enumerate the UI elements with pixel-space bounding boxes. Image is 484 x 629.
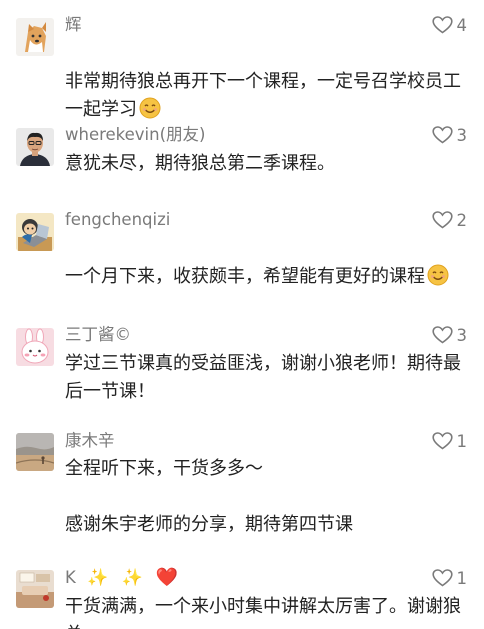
avatar[interactable] [16,570,54,608]
comment-item: 辉 4 非常期待狼总再开下一个课程，一定号召学校员工一起学习 [0,0,484,120]
heart-outline-icon [431,16,453,34]
like-count: 3 [456,125,468,145]
pink-bunny-avatar-icon [16,328,54,366]
avatar[interactable] [16,128,54,166]
heart-outline-icon [431,126,453,144]
comment-author[interactable]: 辉 [65,15,82,35]
heart-outline-icon [431,326,453,344]
comment-item: 三丁酱© 3 学过三节课真的受益匪浅，谢谢小狼老师！期待最后一节课！ [0,315,484,430]
comment-author[interactable]: wherekevin(朋友) [65,125,205,145]
man-portrait-avatar-icon [16,128,54,166]
comment-author[interactable]: 康木辛 [65,431,115,451]
avatar[interactable] [16,328,54,366]
red-heart-emoji: ❤️ [155,567,179,588]
like-button[interactable]: 4 [431,15,468,35]
landscape-avatar-icon [16,433,54,471]
comment-item: 康木辛 1 全程听下来，干货多多～ 感谢朱宇老师的分享，期待第四节课 [0,430,484,565]
shiba-dog-avatar-icon [16,18,54,56]
comment-item: fengchenqizi 2 一个月下来，收获颇丰，希望能有更好的课程 [0,195,484,315]
sparkles-emoji: ✨ [87,568,109,588]
like-button[interactable]: 1 [431,568,468,588]
avatar[interactable] [16,213,54,251]
comment-item: K ✨ ✨ ❤️ 1 干货满满，一个来小时集中讲解太厉害了。谢谢狼总 [0,565,484,629]
like-button[interactable]: 3 [431,125,468,145]
warm-room-avatar-icon [16,570,54,608]
heart-outline-icon [431,569,453,587]
comment-text: 一个月下来，收获颇丰，希望能有更好的课程 [65,235,472,295]
comment-author[interactable]: K ✨ ✨ ❤️ [65,567,179,589]
like-count: 3 [456,325,468,345]
like-button[interactable]: 2 [431,210,468,230]
comment-text-content: 一个月下来，收获颇丰，希望能有更好的课程 [65,266,425,287]
comment-text: 意犹未尽，期待狼总第二季课程。 [65,153,335,174]
avatar[interactable] [16,433,54,471]
comment-item: wherekevin(朋友) 3 意犹未尽，期待狼总第二季课程。 [0,110,484,195]
like-count: 2 [456,210,468,230]
comment-text: 学过三节课真的受益匪浅，谢谢小狼老师！期待最后一节课！ [65,353,461,402]
heart-outline-icon [431,432,453,450]
avatar[interactable] [16,18,54,56]
comment-text: 干货满满，一个来小时集中讲解太厉害了。谢谢狼总 [65,596,461,629]
smile-emoji-icon [427,264,449,295]
like-count: 1 [456,568,468,588]
like-button[interactable]: 1 [431,431,468,451]
comment-text: 全程听下来，干货多多～ 感谢朱宇老师的分享，期待第四节课 [65,458,353,535]
comment-author[interactable]: 三丁酱© [65,325,131,345]
like-button[interactable]: 3 [431,325,468,345]
comment-author-name: K [65,568,76,587]
comment-author[interactable]: fengchenqizi [65,210,170,230]
cartoon-laptop-avatar-icon [16,213,54,251]
like-count: 1 [456,431,468,451]
comment-feed: 辉 4 非常期待狼总再开下一个课程，一定号召学校员工一起学习 wherekevi… [0,0,484,629]
like-count: 4 [456,15,468,35]
heart-outline-icon [431,211,453,229]
sparkles-emoji: ✨ [121,568,143,588]
